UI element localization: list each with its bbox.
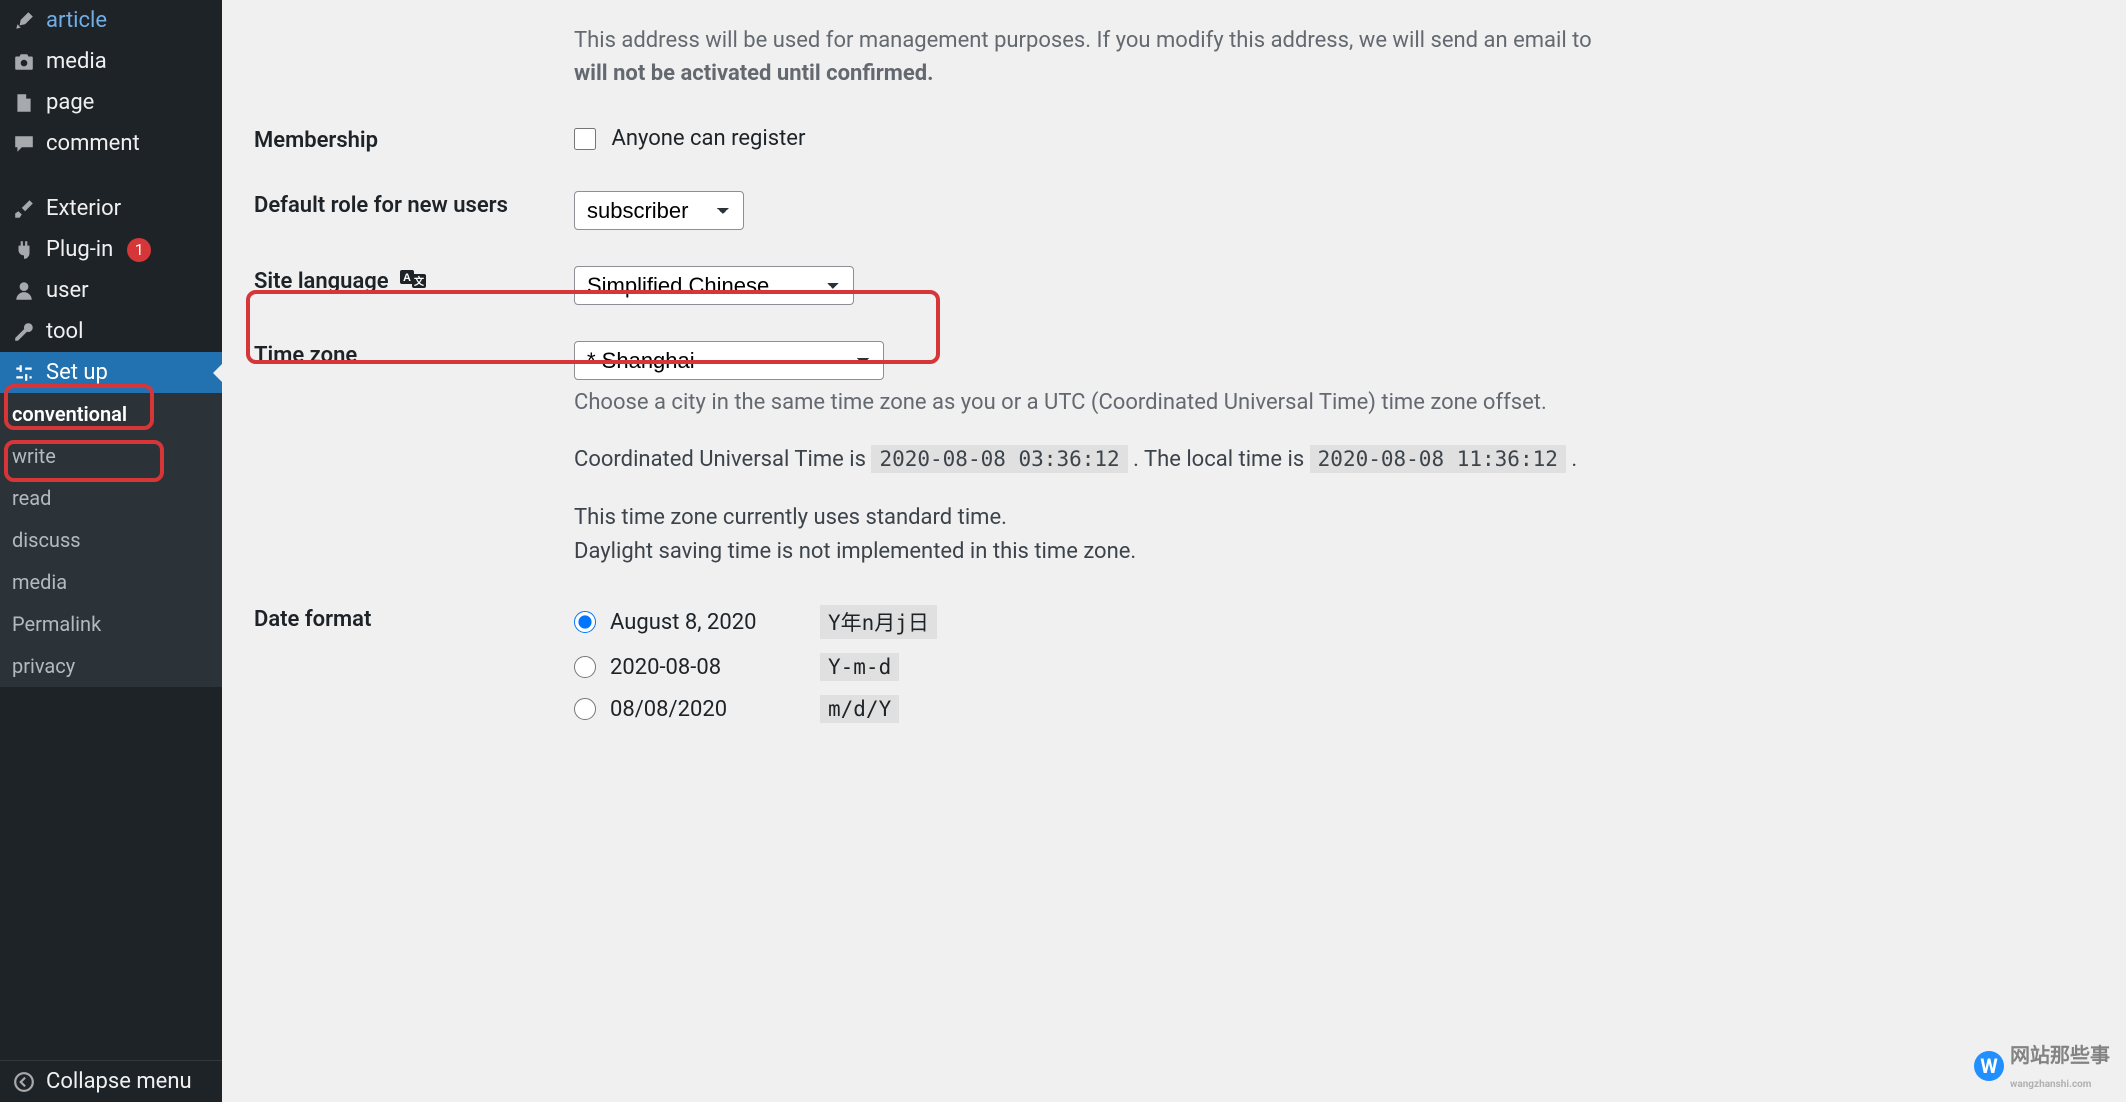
admin-sidebar: article media page comment Exterior Plug… bbox=[0, 0, 222, 1102]
camera-icon bbox=[12, 50, 36, 74]
date-format-radio[interactable] bbox=[574, 698, 596, 720]
collapse-label: Collapse menu bbox=[46, 1069, 192, 1094]
date-format-code: Y-m-d bbox=[820, 653, 899, 681]
comment-icon bbox=[12, 132, 36, 156]
nav-tool[interactable]: tool bbox=[0, 311, 222, 352]
nav-article[interactable]: article bbox=[0, 0, 222, 41]
collapse-icon bbox=[12, 1070, 36, 1094]
timezone-description: Choose a city in the same time zone as y… bbox=[574, 386, 2084, 419]
date-format-display: 08/08/2020 bbox=[610, 697, 820, 722]
plug-icon bbox=[12, 238, 36, 262]
nav-label: Set up bbox=[46, 360, 108, 385]
nav-label: page bbox=[46, 90, 94, 115]
local-time-code: 2020-08-08 11:36:12 bbox=[1310, 445, 1566, 473]
submenu-media[interactable]: media bbox=[0, 561, 222, 603]
timezone-select[interactable]: * Shanghai bbox=[574, 341, 884, 380]
date-format-label: Date format bbox=[254, 587, 564, 755]
date-format-radio[interactable] bbox=[574, 656, 596, 678]
default-role-select[interactable]: subscriber bbox=[574, 191, 744, 230]
nav-page[interactable]: page bbox=[0, 82, 222, 123]
timezone-utc-line: Coordinated Universal Time is 2020-08-08… bbox=[574, 443, 2084, 477]
collapse-menu[interactable]: Collapse menu bbox=[0, 1060, 222, 1102]
submenu-discuss[interactable]: discuss bbox=[0, 519, 222, 561]
membership-checkbox[interactable] bbox=[574, 128, 596, 150]
date-format-option[interactable]: 2020-08-08 Y-m-d bbox=[574, 653, 2084, 681]
membership-label: Membership bbox=[254, 108, 564, 173]
nav-label: media bbox=[46, 49, 107, 74]
timezone-standard-line: This time zone currently uses standard t… bbox=[574, 501, 2084, 535]
nav-label: Plug-in bbox=[46, 237, 113, 262]
date-format-option[interactable]: August 8, 2020 Y年n月j日 bbox=[574, 605, 2084, 639]
nav-label: Exterior bbox=[46, 196, 121, 221]
date-format-radio[interactable] bbox=[574, 611, 596, 633]
sliders-icon bbox=[12, 361, 36, 385]
nav-exterior[interactable]: Exterior bbox=[0, 188, 222, 229]
date-format-display: August 8, 2020 bbox=[610, 610, 820, 635]
membership-checkbox-label[interactable]: Anyone can register bbox=[574, 126, 805, 151]
update-badge: 1 bbox=[127, 238, 151, 262]
date-format-code: m/d/Y bbox=[820, 695, 899, 723]
nav-label: tool bbox=[46, 319, 83, 344]
timezone-dst-line: Daylight saving time is not implemented … bbox=[574, 535, 2084, 569]
nav-label: user bbox=[46, 278, 89, 303]
nav-label: article bbox=[46, 8, 107, 33]
nav-label: comment bbox=[46, 131, 140, 156]
page-icon bbox=[12, 91, 36, 115]
date-format-code: Y年n月j日 bbox=[820, 605, 937, 639]
utc-time-code: 2020-08-08 03:36:12 bbox=[871, 445, 1127, 473]
user-icon bbox=[12, 279, 36, 303]
svg-text:A: A bbox=[403, 272, 411, 284]
submenu-permalink[interactable]: Permalink bbox=[0, 603, 222, 645]
date-format-option[interactable]: 08/08/2020 m/d/Y bbox=[574, 695, 2084, 723]
nav-user[interactable]: user bbox=[0, 270, 222, 311]
translate-icon: A文 bbox=[400, 268, 426, 296]
default-role-label: Default role for new users bbox=[254, 173, 564, 248]
site-language-label: Site language A文 bbox=[254, 248, 564, 323]
watermark: W 网站那些事 wangzhanshi.com bbox=[1974, 1039, 2110, 1092]
settings-submenu: conventional write read discuss media Pe… bbox=[0, 393, 222, 687]
admin-email-description: This address will be used for management… bbox=[574, 24, 2084, 90]
nav-setup[interactable]: Set up bbox=[0, 352, 222, 393]
nav-plugin[interactable]: Plug-in 1 bbox=[0, 229, 222, 270]
brush-icon bbox=[12, 197, 36, 221]
nav-comment[interactable]: comment bbox=[0, 123, 222, 164]
wrench-icon bbox=[12, 320, 36, 344]
nav-media[interactable]: media bbox=[0, 41, 222, 82]
submenu-read[interactable]: read bbox=[0, 477, 222, 519]
pin-icon bbox=[12, 9, 36, 33]
settings-content: This address will be used for management… bbox=[222, 0, 2126, 1102]
watermark-logo-icon: W bbox=[1974, 1051, 2004, 1081]
submenu-conventional[interactable]: conventional bbox=[0, 393, 222, 435]
submenu-write[interactable]: write bbox=[0, 435, 222, 477]
svg-text:文: 文 bbox=[414, 275, 425, 288]
date-format-display: 2020-08-08 bbox=[610, 655, 820, 680]
timezone-label: Time zone bbox=[254, 323, 564, 587]
submenu-privacy[interactable]: privacy bbox=[0, 645, 222, 687]
site-language-select[interactable]: Simplified Chinese bbox=[574, 266, 854, 305]
